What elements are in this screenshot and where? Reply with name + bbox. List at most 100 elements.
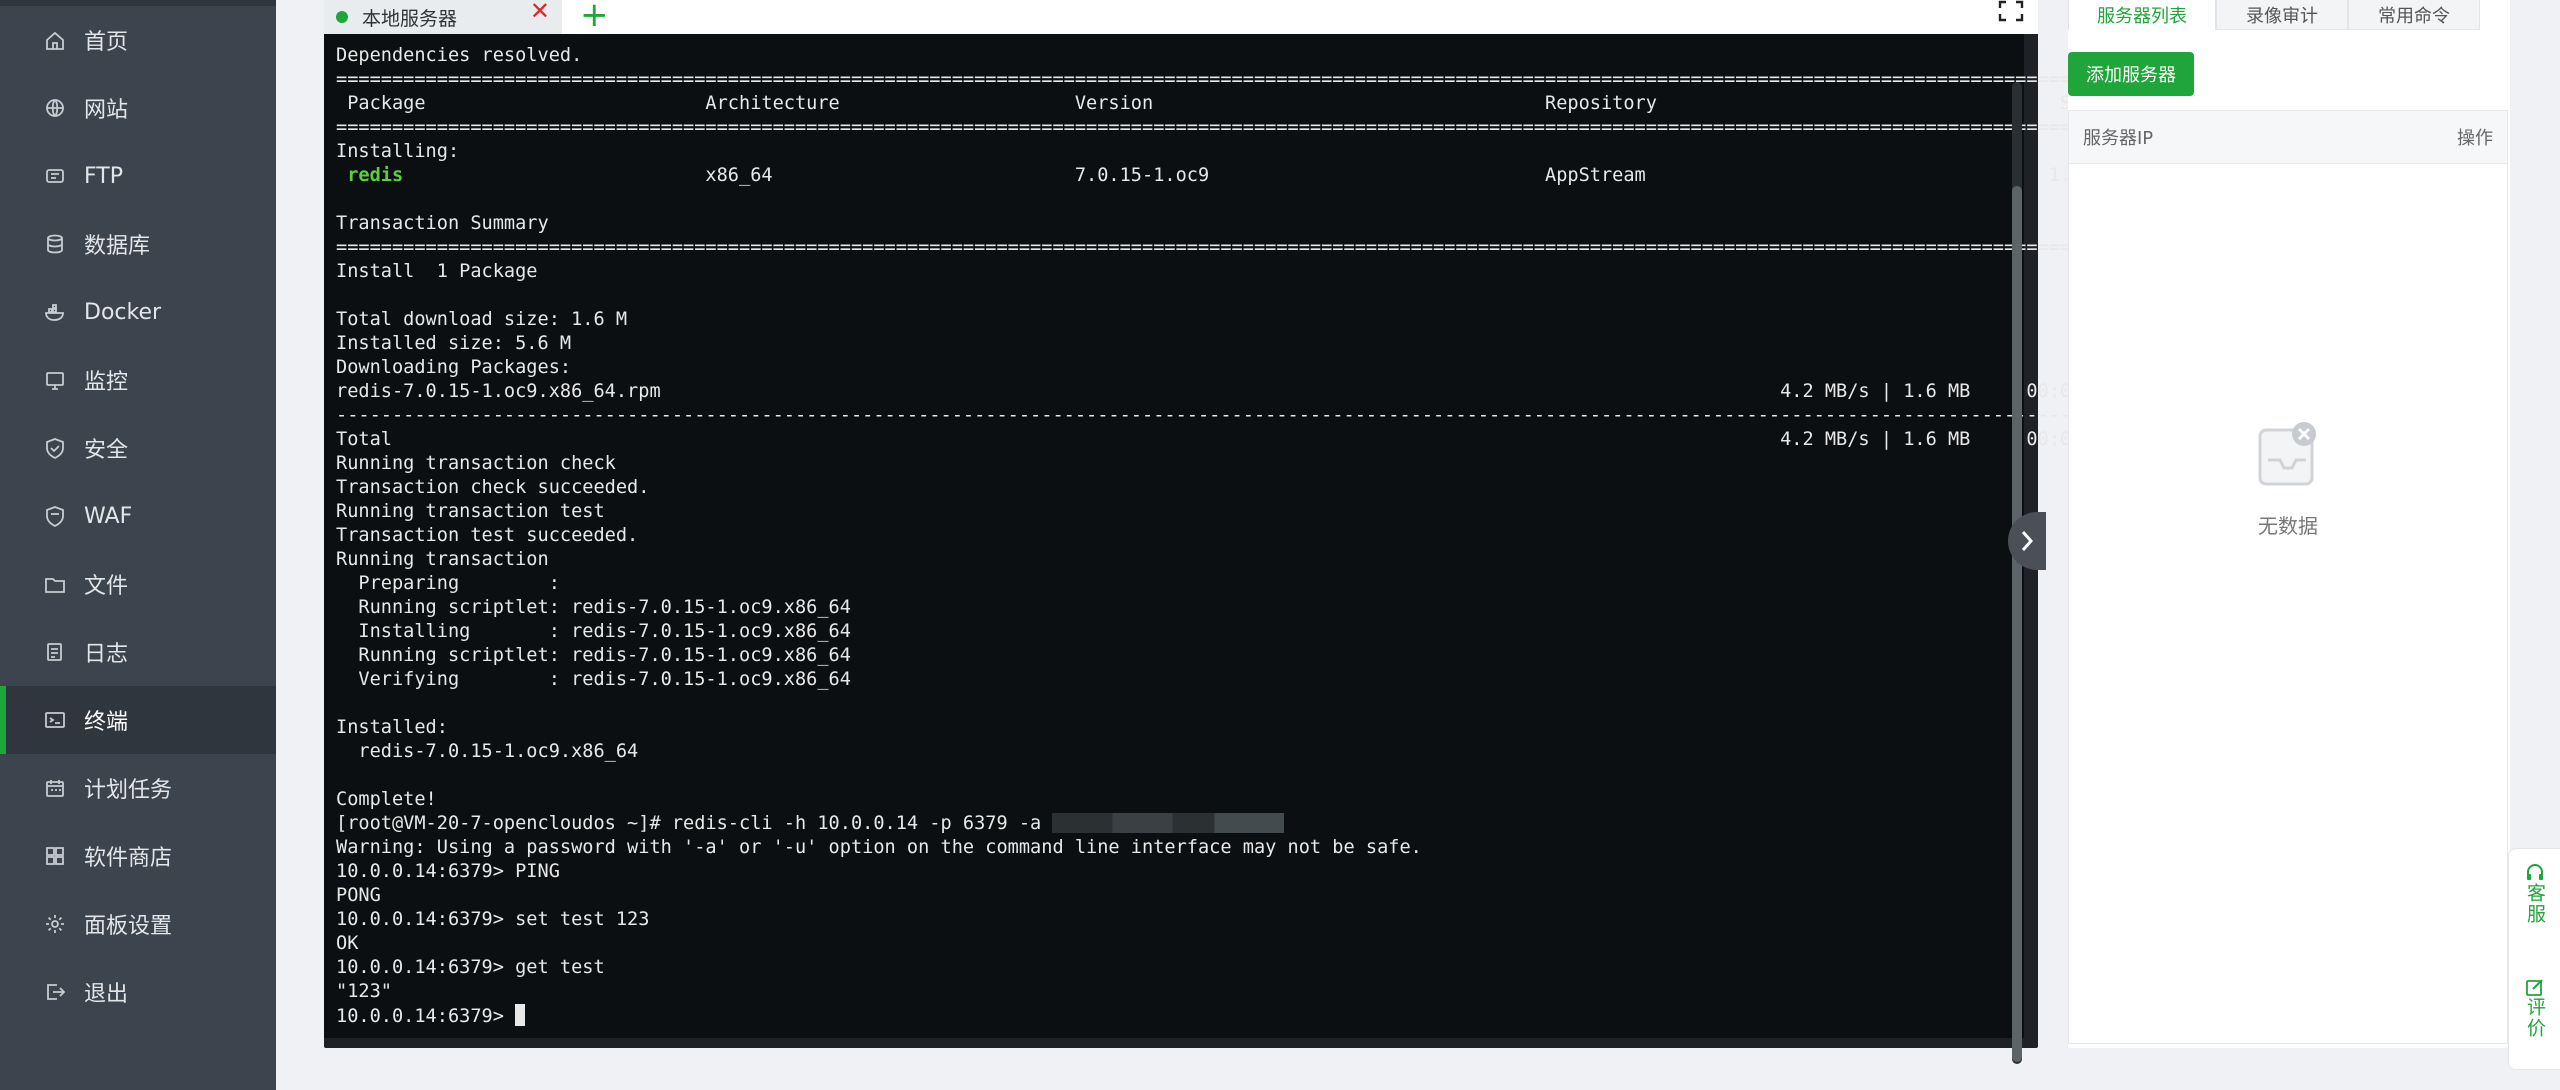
sidebar-item-8[interactable]: 文件 [0,550,276,618]
tab-server-list[interactable]: 服务器列表 [2068,0,2216,30]
terminal-line: Warning: Using a password with '-a' or '… [336,837,1422,858]
sidebar-item-label: 数据库 [84,234,151,259]
terminal-line: Running scriptlet: redis-7.0.15-1.oc9.x8… [336,645,2128,666]
sidebar-item-label: 软件商店 [84,846,173,871]
sidebar-item-label: 面板设置 [84,914,173,939]
terminal-line: Running transaction check [336,453,616,474]
apps-icon [42,843,68,869]
terminal-scrollbar-thumb[interactable] [2012,186,2022,1062]
terminal-panel: 本地服务器 ✕ + Dependencies resolved. =======… [324,0,2127,1064]
terminal-line: Installed size: 5.6 M [336,333,572,354]
calendar-icon [42,775,68,801]
shield-icon [42,435,68,461]
sidebar-item-0[interactable]: 首页 [0,6,276,74]
logout-icon [42,979,68,1005]
customer-service-button[interactable]: 客服 [2509,863,2560,925]
sidebar-item-12[interactable]: 软件商店 [0,822,276,890]
terminal-lines-end: Warning: Using a password with '-a' or '… [336,837,1422,1002]
terminal-line: 10.0.0.14:6379> PING [336,861,560,882]
waf-shield-icon [42,503,68,529]
empty-text: 无数据 [2258,514,2318,538]
headset-icon [2527,864,2543,880]
terminal-line: Package Architecture Version Repository … [336,93,2105,114]
sidebar-item-11[interactable]: 计划任务 [0,754,276,822]
terminal-icon [42,707,68,733]
ftp-icon [42,163,68,189]
column-server-ip: 服务器IP [2083,128,2154,149]
sidebar-item-3[interactable]: 数据库 [0,210,276,278]
customer-service-label: 客服 [2524,883,2546,925]
empty-inbox-icon [2258,422,2316,486]
terminal-line: Install 1 Package [336,261,538,282]
terminal-output: Dependencies resolved. =================… [336,44,2127,1029]
terminal-line: Running transaction [336,549,549,570]
edit-icon [2526,979,2543,996]
sidebar-item-label: WAF [84,503,133,529]
sidebar-item-5[interactable]: 监控 [0,346,276,414]
terminal-line: Preparing : 1/1 [336,573,2128,594]
terminal-line: Installing : redis-7.0.15-1.oc9.x86_64 1… [336,621,2128,642]
terminal-line: Total 4.2 MB/s | 1.6 MB 00:00 [336,429,2083,450]
command-line: [root@VM-20-7-opencloudos ~]# redis-cli … [336,813,1053,834]
redis-prompt: 10.0.0.14:6379> [336,1006,516,1027]
redacted-password [1052,813,1285,833]
sidebar-item-14[interactable]: 退出 [0,958,276,1026]
package-row-details: x86_64 7.0.15-1.oc9 AppStream 1.6 M [403,165,2105,186]
terminal-line: 10.0.0.14:6379> get test [336,957,605,978]
terminal-line: ========================================… [336,117,2128,138]
review-button[interactable]: 评价 [2509,977,2560,1039]
terminal-line: redis-7.0.15-1.oc9.x86_64.rpm 4.2 MB/s |… [336,381,2083,402]
add-server-button[interactable]: 添加服务器 [2068,52,2194,96]
package-name-redis: redis [336,165,404,186]
terminal-line: 10.0.0.14:6379> set test 123 [336,909,650,930]
terminal-line: redis-7.0.15-1.oc9.x86_64 [336,741,639,762]
service-widget: 客服 评价 [2508,848,2560,1070]
sidebar-item-6[interactable]: 安全 [0,414,276,482]
terminal-line: OK [336,933,359,954]
sidebar-item-1[interactable]: 网站 [0,74,276,142]
add-tab-icon[interactable]: + [580,0,609,32]
tab-label: 本地服务器 [362,7,458,30]
tab-recording-audit[interactable]: 录像审计 [2216,0,2348,30]
terminal-line: ========================================… [336,237,2128,258]
sidebar-item-13[interactable]: 面板设置 [0,890,276,958]
sidebar-item-label: 退出 [84,982,129,1007]
tab-common-commands[interactable]: 常用命令 [2348,0,2480,30]
sidebar: 首页网站 FTP 数据库 Docker 监控安全 WAF 文件日志终端 计划任务软件商店面板设… [0,0,276,1090]
terminal-line: Total download size: 1.6 M [336,309,628,330]
sidebar-item-2[interactable]: FTP [0,142,276,210]
gear-icon [42,911,68,937]
terminal-line: Verifying : redis-7.0.15-1.oc9.x86_64 1/… [336,669,2128,690]
terminal-line: Complete! [336,789,437,810]
terminal-line: Transaction Summary [336,213,549,234]
sidebar-item-label: Docker [84,299,162,325]
fullscreen-icon[interactable] [1998,0,2024,22]
close-tab-icon[interactable]: ✕ [530,0,550,23]
monitor-icon [42,367,68,393]
sidebar-item-9[interactable]: 日志 [0,618,276,686]
sidebar-item-label: 文件 [84,574,129,599]
right-panel: 服务器列表 录像审计 常用命令 添加服务器 服务器IP 操作 无数据 [2068,0,2510,1048]
globe-icon [42,95,68,121]
terminal-line: Transaction test succeeded. [336,525,639,546]
chevron-right-icon [2021,531,2034,551]
sidebar-item-label: 安全 [84,438,129,463]
terminal-cursor [515,1004,526,1026]
tab-local-server[interactable]: 本地服务器 ✕ [324,0,562,34]
sidebar-item-label: 网站 [84,98,129,123]
terminal-lines-before: Dependencies resolved. =================… [336,45,2127,162]
log-icon [42,639,68,665]
sidebar-item-label: 日志 [84,642,129,667]
terminal-line: Running scriptlet: redis-7.0.15-1.oc9.x8… [336,597,2128,618]
database-icon [42,231,68,257]
sidebar-item-7[interactable]: WAF [0,482,276,550]
server-table: 服务器IP 操作 [2068,110,2508,1044]
sidebar-item-10[interactable]: 终端 [0,686,276,754]
terminal-screen[interactable]: Dependencies resolved. =================… [324,34,2127,1064]
terminal-lines-after: Transaction Summary ====================… [336,213,2127,810]
terminal-line: "123" [336,981,392,1002]
terminal-line: Installing: [336,141,460,162]
sidebar-item-4[interactable]: Docker [0,278,276,346]
empty-state: 无数据 [2068,420,2508,539]
sidebar-item-label: 监控 [84,370,129,395]
